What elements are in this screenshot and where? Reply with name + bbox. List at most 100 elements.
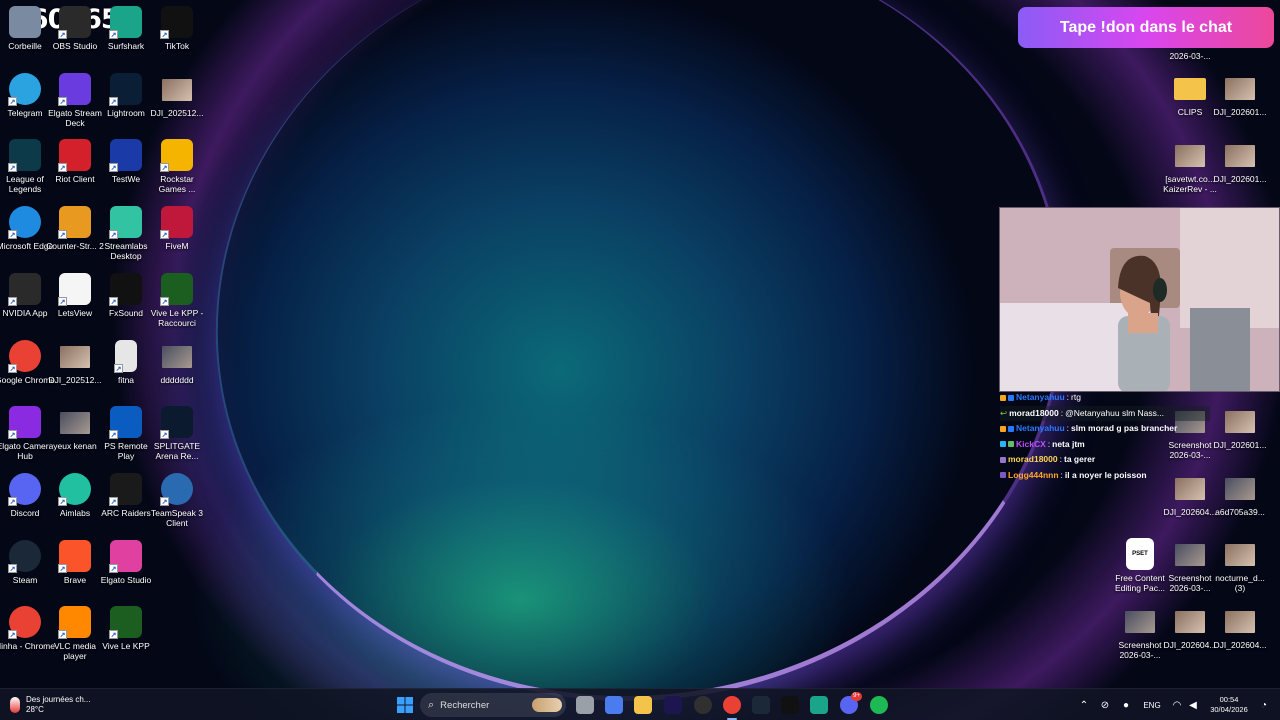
desktop-icon[interactable]: DJI_202512...: [48, 340, 102, 385]
taskbar-app-button[interactable]: [692, 689, 714, 720]
desktop-icon[interactable]: ↗ OBS Studio: [48, 6, 102, 51]
clock[interactable]: 00:54 30/04/2026: [1206, 689, 1252, 720]
shortcut-arrow-icon: ↗: [109, 430, 118, 440]
notification-bell-icon[interactable]: ◔: [1258, 689, 1270, 720]
language-indicator[interactable]: ENG: [1141, 689, 1163, 720]
desktop-icon[interactable]: ↗ Streamlabs Desktop: [99, 206, 153, 261]
desktop-icon[interactable]: ↗ League of Legends: [0, 139, 52, 194]
search-box[interactable]: ⌕ Rechercher: [420, 693, 566, 717]
desktop-icon[interactable]: DJI_202604...: [1213, 605, 1267, 650]
desktop-icon[interactable]: ↗ ARC Raiders: [99, 472, 153, 518]
shortcut-arrow-icon: ↗: [160, 296, 169, 306]
desktop-icon[interactable]: DJI_202601...: [1213, 72, 1267, 117]
search-placeholder: Rechercher: [440, 699, 490, 711]
desktop-icon[interactable]: ↗ FxSound: [99, 272, 153, 318]
chat-message: Logg444nnn: il a noyer le poisson: [1000, 468, 1210, 484]
taskbar-app-button[interactable]: [721, 689, 743, 720]
desktop-icon[interactable]: yeux kenan: [48, 406, 102, 451]
chat-message: Netanyahuu: slm morad g pas brancher: [1000, 421, 1210, 437]
brave-icon: ↗: [58, 539, 91, 573]
desktop-icon[interactable]: Screenshot 2026-03-...: [1163, 538, 1217, 593]
chrome-icon: ↗: [8, 339, 41, 373]
desktop-icon[interactable]: ↗ Counter-Str... 2: [46, 206, 104, 251]
recycle-bin-icon: [9, 6, 41, 38]
desktop-icon[interactable]: nocturne_d... (3): [1213, 538, 1267, 593]
desktop-icon[interactable]: DJI_202512...: [150, 73, 204, 118]
desktop-icon[interactable]: ↗ Elgato Studio: [99, 539, 153, 585]
desktop-icon[interactable]: ↗ fitna: [99, 339, 153, 385]
video-thumbnail-icon: [1225, 544, 1255, 566]
video-thumbnail-icon: [60, 345, 90, 368]
taskbar-app-button[interactable]: [574, 689, 596, 720]
desktop-icon[interactable]: ↗ TestWe: [99, 139, 153, 184]
video-thumbnail-icon: [1225, 78, 1255, 100]
desktop-icon[interactable]: ↗ Aimlabs: [48, 472, 102, 518]
splitgate-icon: ↗: [160, 406, 193, 440]
desktop-icon[interactable]: ↗ TeamSpeak 3 Client: [150, 472, 204, 528]
taskbar-app-button[interactable]: [808, 689, 830, 720]
shortcut-arrow-icon: ↗: [58, 230, 67, 240]
desktop-icon[interactable]: [savetwt.co... KaizerRev - ...: [1163, 139, 1217, 194]
webcam-feed-icon: [1000, 208, 1279, 391]
desktop-icon-label: FiveM: [165, 241, 189, 252]
volume-icon[interactable]: ◀: [1186, 689, 1200, 720]
desktop-icon[interactable]: ↗ Riot Client: [48, 139, 102, 184]
taskbar-app-button[interactable]: [868, 689, 890, 720]
desktop-icon[interactable]: ↗ FiveM: [150, 206, 204, 251]
webcam-overlay: [999, 207, 1280, 392]
desktop-icon[interactable]: Screenshot 2026-03-...: [1113, 605, 1167, 660]
spotify-icon: [870, 696, 888, 714]
desktop-icon[interactable]: ddddddd: [150, 340, 204, 385]
desktop-icon[interactable]: ↗ Elgato Camera Hub: [0, 406, 53, 461]
wifi-icon[interactable]: ◠: [1170, 689, 1184, 720]
shortcut-arrow-icon: ↗: [109, 163, 118, 173]
desktop-icon[interactable]: ↗ LetsView: [48, 272, 102, 318]
microphone-icon[interactable]: ●: [1120, 689, 1132, 720]
start-button[interactable]: [395, 689, 415, 720]
desktop-icon-label: DJI_202604...: [1213, 640, 1267, 650]
discord-badge: 9+: [851, 692, 862, 701]
desktop-icon-label: nocturne_d... (3): [1215, 573, 1265, 593]
chat-message: ↩ morad18000: @Netanyahuu slm Nass...: [1000, 405, 1210, 421]
desktop-icon[interactable]: a6d705a39...: [1213, 472, 1267, 517]
desktop-icon[interactable]: ↗ Vive Le KPP - Raccourci: [150, 272, 204, 328]
stream-deck-icon: ↗: [58, 72, 91, 106]
chrome-profile-icon: ↗: [8, 606, 41, 640]
taskbar-app-button[interactable]: [603, 689, 625, 720]
desktop-icon[interactable]: DJI_202601...: [1213, 405, 1267, 450]
network-off-icon[interactable]: ⊘: [1098, 689, 1112, 720]
weather-widget[interactable]: Des journées ch... 28°C: [10, 689, 120, 720]
lightroom-icon: ↗: [109, 72, 142, 106]
desktop-icon[interactable]: ↗ SPLITGATE Arena Re...: [150, 406, 204, 461]
desktop-icon[interactable]: ↗ Elgato Stream Deck: [48, 72, 102, 128]
desktop-icon-label: TikTok: [164, 41, 190, 51]
desktop-icon[interactable]: ↗ Vive Le KPP: [99, 606, 153, 651]
video-thumbnail-icon: [1225, 611, 1255, 633]
preset-file-icon: PSET: [1126, 538, 1154, 570]
desktop-icon-label: DJI_202601...: [1213, 174, 1267, 184]
desktop-icon[interactable]: ↗ VLC media player: [48, 606, 102, 661]
shortcut-arrow-icon: ↗: [109, 563, 118, 573]
tiktok-icon: ↗: [160, 6, 193, 39]
desktop-icon[interactable]: ↗ Surfshark: [99, 6, 153, 51]
desktop-icon[interactable]: CLIPS: [1163, 72, 1217, 117]
desktop-icon[interactable]: DJI_202604...: [1163, 605, 1217, 650]
taskbar-app-button[interactable]: 9+: [838, 689, 862, 720]
desktop-icon[interactable]: ↗ TikTok: [150, 6, 204, 51]
taskbar-app-button[interactable]: [779, 689, 801, 720]
donation-banner: Tape !don dans le chat: [1018, 7, 1274, 48]
desktop-icon[interactable]: PSET Free Content Editing Pac...: [1113, 538, 1167, 593]
chat-user: Netanyahuu: [1016, 423, 1065, 433]
desktop-icon-label: ddddddd: [160, 374, 194, 385]
shortcut-arrow-icon: ↗: [8, 163, 17, 173]
taskbar-app-button[interactable]: [750, 689, 772, 720]
chevron-up-icon[interactable]: ⌃: [1078, 689, 1090, 720]
desktop-icon[interactable]: ↗ Brave: [48, 539, 102, 585]
taskbar-app-button[interactable]: [662, 689, 684, 720]
desktop-icon[interactable]: ↗ Lightroom: [99, 72, 153, 118]
kpp-icon: ↗: [160, 272, 193, 306]
desktop-icon[interactable]: ↗ Rockstar Games ...: [150, 139, 204, 194]
taskbar-app-button[interactable]: [632, 689, 654, 720]
desktop-icon[interactable]: DJI_202601...: [1213, 139, 1267, 184]
desktop-icon[interactable]: ↗ PS Remote Play: [99, 406, 153, 461]
